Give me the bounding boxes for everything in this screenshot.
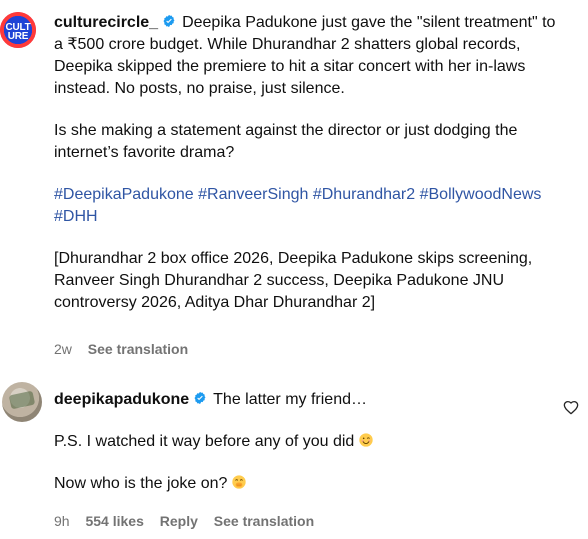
post-content: culturecircle_ Deepika Padukone just gav… bbox=[54, 12, 564, 314]
post-caption-block: culturecircle_ Deepika Padukone just gav… bbox=[54, 12, 564, 100]
reply-meta: 9h 554 likes Reply See translation bbox=[54, 512, 326, 530]
reply-username[interactable]: deepikapadukone bbox=[54, 391, 189, 408]
avatar-brand-text: CULT URE bbox=[5, 22, 31, 42]
reply-likes-count[interactable]: 554 likes bbox=[85, 512, 143, 530]
heart-outline-icon[interactable] bbox=[563, 400, 579, 415]
culturecircle-avatar[interactable]: CULT URE bbox=[0, 10, 38, 50]
post-keywords: [Dhurandhar 2 box office 2026, Deepika P… bbox=[54, 250, 533, 311]
post-meta: 2w See translation bbox=[54, 340, 200, 358]
reply-content: deepikapadukone The latter my friend… P.… bbox=[54, 389, 564, 495]
reply-time: 9h bbox=[54, 513, 70, 529]
reply-line-1-row: deepikapadukone The latter my friend… bbox=[54, 389, 564, 411]
verified-badge-icon bbox=[194, 391, 206, 405]
post-username[interactable]: culturecircle_ bbox=[54, 14, 158, 31]
reply-line-2-row: P.S. I watched it way before any of you … bbox=[54, 431, 564, 453]
smiling-face-icon bbox=[359, 433, 373, 447]
avatar-stamp-graphic bbox=[8, 390, 36, 410]
post-question: Is she making a statement against the di… bbox=[54, 122, 518, 161]
reply-see-translation-link[interactable]: See translation bbox=[214, 512, 314, 530]
reply-button[interactable]: Reply bbox=[160, 512, 198, 530]
post-time: 2w bbox=[54, 341, 72, 357]
deepika-avatar[interactable] bbox=[2, 382, 42, 422]
reply-line-2: P.S. I watched it way before any of you … bbox=[54, 433, 355, 450]
comment-thread: CULT URE culturecircle_ Deepika Padukone… bbox=[0, 0, 588, 539]
face-with-hand-over-mouth-icon bbox=[232, 475, 247, 489]
post-see-translation-link[interactable]: See translation bbox=[88, 340, 188, 358]
reply-line-3-row: Now who is the joke on? bbox=[54, 473, 564, 495]
verified-badge-icon bbox=[163, 14, 175, 28]
post-hashtags[interactable]: #DeepikaPadukone #RanveerSingh #Dhurandh… bbox=[54, 184, 564, 228]
reply-line-3: Now who is the joke on? bbox=[54, 475, 228, 492]
reply-line-1: The latter my friend… bbox=[213, 391, 367, 408]
